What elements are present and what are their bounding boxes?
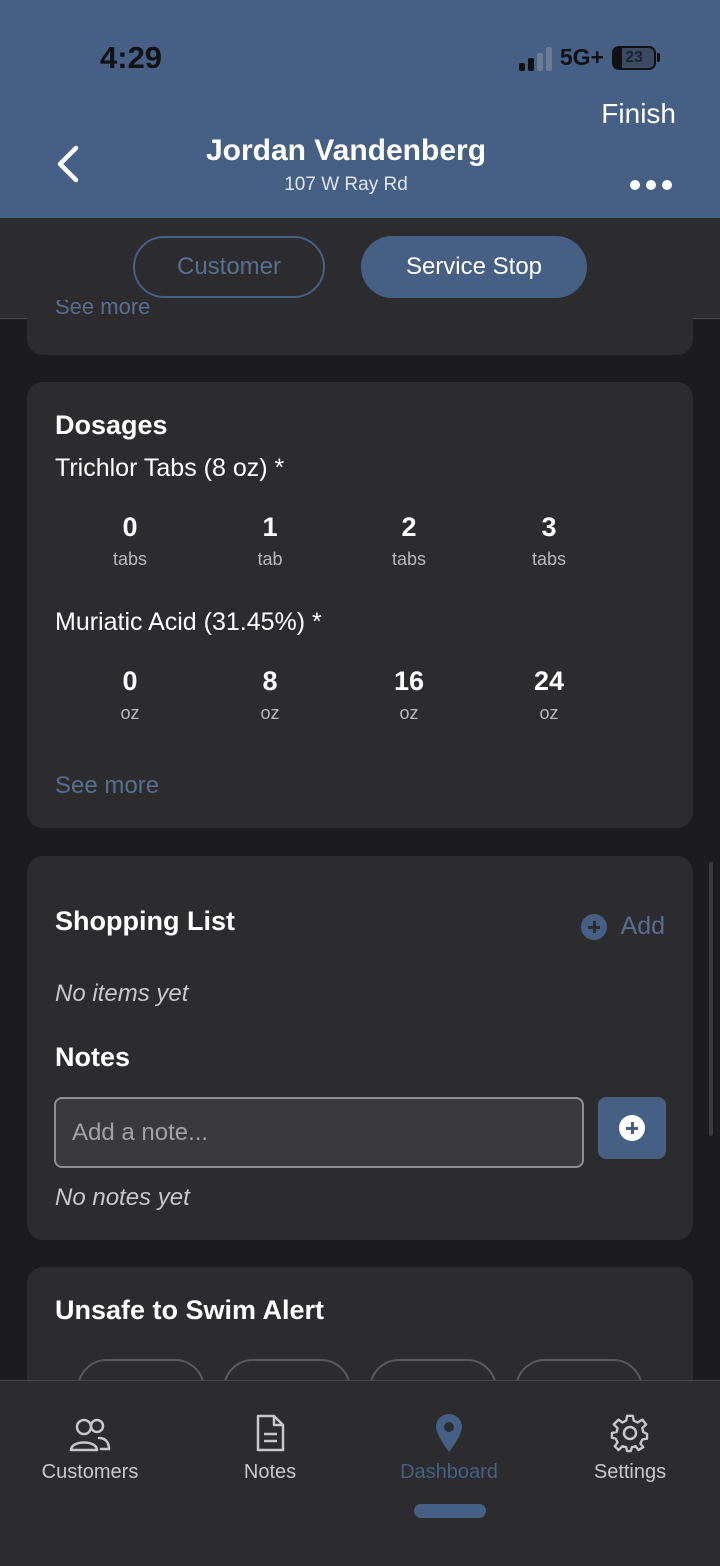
plus-circle-icon [580, 913, 607, 940]
dosage-option[interactable]: 0 tabs [60, 512, 200, 570]
dosage-value: 2 [401, 512, 417, 542]
more-options-icon[interactable] [630, 180, 672, 190]
document-icon [256, 1414, 285, 1452]
previous-card: See more [27, 300, 693, 355]
dosage-option[interactable]: 2 tabs [339, 512, 479, 570]
tab-dashboard[interactable]: Dashboard [359, 1409, 539, 1484]
signal-icon [518, 45, 552, 71]
home-indicator [414, 1504, 486, 1518]
dosage-unit: tab [257, 549, 283, 569]
dosage-option[interactable]: 1 tab [200, 512, 340, 570]
customer-address: 107 W Ray Rd [284, 174, 408, 195]
map-pin-icon [436, 1414, 462, 1452]
dosage-value: 8 [262, 666, 278, 696]
network-label: 5G+ [559, 44, 604, 70]
dosage-value: 0 [122, 666, 138, 696]
scrollbar[interactable] [709, 862, 713, 1136]
dosage-option[interactable]: 0 oz [60, 666, 200, 724]
dosage-value: 0 [122, 512, 138, 542]
dosage-item-title: Muriatic Acid (31.45%) * [55, 608, 322, 636]
tab-label: Settings [593, 1461, 667, 1483]
shopping-list-title: Shopping List [55, 906, 235, 936]
customer-name: Jordan Vandenberg [205, 134, 487, 167]
add-note-button[interactable] [598, 1097, 666, 1159]
dosage-option[interactable]: 16 oz [339, 666, 479, 724]
tab-label: Customers [41, 1461, 139, 1483]
dosages-title: Dosages [55, 410, 168, 440]
note-input[interactable] [54, 1097, 584, 1168]
dosage-options-row: 0 tabs 1 tab 2 tabs 3 tabs t [57, 512, 667, 582]
dosage-unit: tabs [112, 549, 148, 569]
dosage-option[interactable]: 3 tabs [479, 512, 619, 570]
gear-icon [610, 1414, 649, 1453]
notes-empty-text: No notes yet [55, 1184, 190, 1211]
dosage-item-title: Trichlor Tabs (8 oz) * [55, 454, 285, 482]
battery-icon: 23 [612, 45, 660, 70]
battery-level: 23 [625, 48, 643, 66]
tab-customers[interactable]: Customers [0, 1409, 180, 1484]
tab-label: Notes [243, 1461, 297, 1483]
users-icon [69, 1418, 111, 1452]
tab-notes[interactable]: Notes [180, 1409, 360, 1484]
tab-customer[interactable]: Customer [133, 236, 325, 298]
dosage-unit: oz [539, 703, 559, 723]
bottom-tab-bar: Customers Notes Dashboard Settings [0, 1380, 720, 1566]
plus-circle-icon [619, 1115, 645, 1141]
status-indicators: 5G+ 23 [518, 44, 660, 71]
dosages-card: Dosages Trichlor Tabs (8 oz) * 0 tabs 1 … [27, 382, 693, 828]
dosage-unit: tabs [391, 549, 427, 569]
see-more-link[interactable]: See more [55, 772, 159, 800]
header: 4:29 5G+ 23 Finish Jordan Vandenberg 107… [0, 0, 720, 218]
status-time: 4:29 [100, 40, 163, 75]
dosage-option[interactable]: 24 oz [479, 666, 619, 724]
add-shopping-item-button[interactable]: Add [580, 912, 665, 941]
dosage-value: 24 [533, 666, 565, 696]
dosage-value: 3 [541, 512, 557, 542]
dosage-value: 16 [393, 666, 425, 696]
add-label: Add [620, 912, 665, 940]
see-more-link[interactable]: See more [55, 300, 150, 320]
dosage-unit: oz [399, 703, 419, 723]
dosage-option[interactable]: 8 oz [200, 666, 340, 724]
dosage-unit: oz [120, 703, 140, 723]
unsafe-alert-title: Unsafe to Swim Alert [55, 1295, 325, 1325]
tab-settings[interactable]: Settings [540, 1409, 720, 1484]
tab-label: Dashboard [400, 1461, 498, 1483]
tab-service-stop[interactable]: Service Stop [361, 236, 587, 298]
shopping-empty-text: No items yet [55, 980, 189, 1007]
shopping-notes-card: Shopping List Add No items yet Notes No … [27, 856, 693, 1240]
dosage-unit: oz [260, 703, 280, 723]
dosage-value: 1 [262, 512, 278, 542]
dosage-unit: tabs [531, 549, 567, 569]
finish-button[interactable]: Finish [601, 98, 676, 130]
notes-title: Notes [55, 1042, 131, 1072]
dosage-option[interactable]: t [599, 512, 667, 570]
dosage-options-row: 0 oz 8 oz 16 oz 24 oz [57, 666, 667, 736]
